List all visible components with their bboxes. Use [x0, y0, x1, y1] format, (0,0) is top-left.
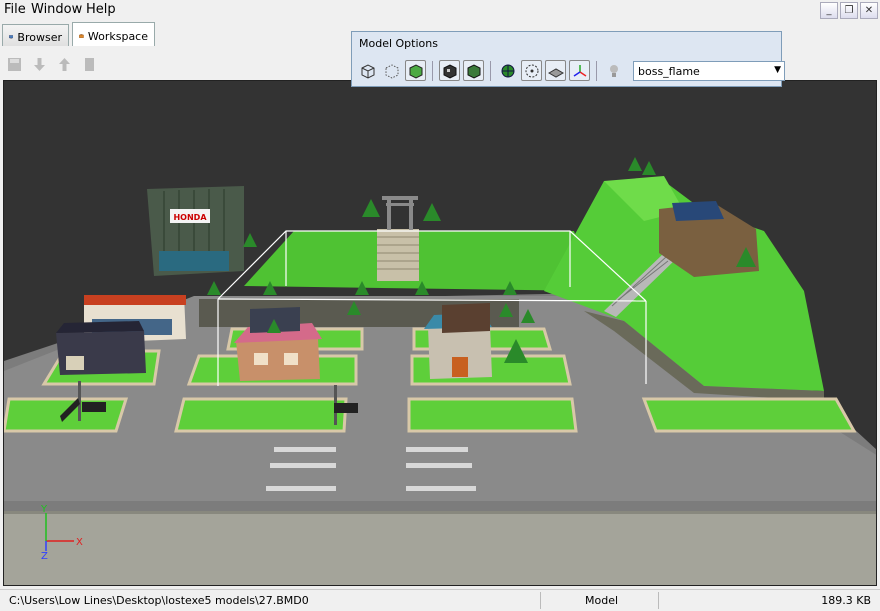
- axes-icon[interactable]: [569, 60, 590, 81]
- model-select-value: boss_flame: [638, 64, 700, 78]
- toolbar-separator: [432, 60, 433, 81]
- axis-y-label: Y: [40, 504, 48, 515]
- menu-help[interactable]: Help: [86, 2, 116, 17]
- status-file-path: C:\Users\Low Lines\Desktop\lostexe5 mode…: [9, 594, 309, 607]
- honda-sign-text: HONDA: [173, 213, 207, 222]
- dotted-cube-icon[interactable]: [381, 60, 402, 81]
- status-bar: C:\Users\Low Lines\Desktop\lostexe5 mode…: [0, 589, 880, 611]
- scene-render: HONDA X Y Z: [4, 157, 876, 585]
- lightbulb-icon[interactable]: [603, 60, 624, 81]
- close-button[interactable]: ✕: [860, 2, 878, 19]
- status-divider: [540, 592, 541, 609]
- textured-cube-icon[interactable]: [439, 60, 460, 81]
- wireframe-cube-icon[interactable]: [357, 60, 378, 81]
- save-icon[interactable]: [6, 56, 23, 73]
- monitor-icon: [9, 35, 14, 39]
- solid-cube-icon[interactable]: [405, 60, 426, 81]
- model-options-title: Model Options: [359, 37, 438, 50]
- menu-window[interactable]: Window: [31, 2, 82, 17]
- minimize-button[interactable]: _: [820, 2, 838, 19]
- menu-file[interactable]: File: [4, 2, 26, 17]
- vertex-points-icon[interactable]: [521, 60, 542, 81]
- toolbar-separator: [490, 60, 491, 81]
- status-file-size: 189.3 KB: [821, 594, 871, 607]
- 3d-viewport[interactable]: HONDA X Y Z: [3, 80, 877, 586]
- export-up-arrow-icon[interactable]: [56, 56, 73, 73]
- grid-plane-icon[interactable]: [545, 60, 566, 81]
- tab-workspace[interactable]: Workspace: [72, 22, 155, 46]
- toolbar-separator: [596, 60, 597, 81]
- briefcase-icon: [79, 34, 84, 38]
- document-icon[interactable]: [81, 56, 98, 73]
- restore-button[interactable]: ❐: [840, 2, 858, 19]
- status-mode: Model: [585, 594, 619, 607]
- globe-icon[interactable]: [497, 60, 518, 81]
- model-select-dropdown[interactable]: boss_flame ▼: [633, 60, 785, 81]
- tab-workspace-label: Workspace: [87, 29, 148, 43]
- tab-browser-label: Browser: [17, 30, 62, 44]
- status-divider: [658, 592, 659, 609]
- window-controls: _ ❐ ✕: [820, 2, 878, 19]
- import-down-arrow-icon[interactable]: [31, 56, 48, 73]
- axis-z-label: Z: [41, 551, 48, 562]
- chevron-down-icon: ▼: [774, 64, 781, 75]
- tab-browser[interactable]: Browser: [2, 24, 69, 46]
- model-options-panel: Model Options boss_flame ▼: [351, 31, 785, 87]
- axis-x-label: X: [76, 537, 83, 548]
- workspace-toolbar: [6, 56, 98, 73]
- menu-bar: File Window Help _ ❐ ✕: [0, 0, 880, 21]
- shaded-cube-icon[interactable]: [463, 60, 484, 81]
- model-options-toolbar: boss_flame ▼: [357, 60, 785, 81]
